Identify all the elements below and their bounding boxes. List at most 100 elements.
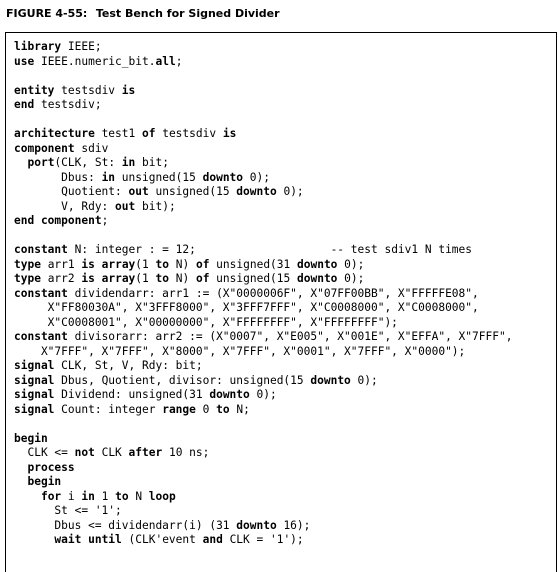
code-keyword: to — [115, 489, 129, 503]
code-keyword: in — [121, 156, 136, 169]
code-text: 0); — [337, 272, 365, 285]
code-line: begin — [14, 432, 512, 447]
code-line: X"C0008001", X"00000000", X"FFFFFFFF", X… — [14, 316, 512, 331]
code-text: testsdiv — [54, 83, 122, 97]
code-text: arr2 — [40, 272, 82, 285]
code-text: N — [128, 489, 149, 503]
code-keyword: array — [101, 272, 136, 285]
code-text: N) — [169, 272, 196, 285]
code-text: 1 — [94, 489, 116, 503]
code-text: unsigned(15 — [115, 170, 203, 184]
code-line: Dbus <= dividendarr(i) (31 downto 16); — [14, 519, 512, 534]
code-keyword: begin — [14, 431, 48, 445]
code-keyword: use — [14, 54, 35, 68]
code-line: type arr1 is array(1 to N) of unsigned(3… — [14, 258, 512, 273]
code-text: 16); — [276, 518, 311, 532]
code-keyword: is — [222, 127, 237, 140]
code-line: X"FF80030A", X"3FFF8000", X"3FFF7FFF", X… — [14, 301, 512, 316]
code-line: St <= '1'; — [14, 504, 512, 519]
code-keyword: constant — [14, 243, 68, 256]
code-text: Dbus: — [14, 170, 102, 184]
code-keyword: constant — [14, 286, 68, 300]
code-keyword: is — [121, 83, 136, 97]
code-text: 0); — [337, 257, 365, 271]
code-keyword: signal — [14, 402, 55, 416]
code-text: divisorarr: arr2 := (X"0007", X"E005", X… — [67, 330, 513, 343]
code-keyword: architecture — [14, 127, 95, 140]
code-line: signal Dividend: unsigned(31 downto 0); — [14, 388, 512, 403]
code-line: library IEEE; — [14, 40, 512, 55]
code-keyword: in — [101, 170, 116, 184]
code-keyword: to — [155, 257, 169, 271]
code-keyword: of — [195, 257, 210, 271]
code-text: X"FF80030A", X"3FFF8000", X"3FFF7FFF", X… — [14, 301, 479, 314]
code-text: CLK = '1'); — [222, 533, 304, 546]
code-text: Dividend: unsigned(31 — [54, 388, 210, 401]
code-keyword: downto — [202, 170, 244, 184]
code-text: ; — [175, 54, 183, 68]
code-text: V, Rdy: — [14, 199, 116, 213]
code-line: entity testsdiv is — [14, 84, 512, 99]
code-text: 0); — [350, 373, 378, 387]
code-text: (1 — [135, 257, 156, 271]
code-text: St <= '1'; — [14, 504, 122, 517]
code-text: i — [61, 489, 82, 503]
code-keyword: range — [162, 402, 196, 416]
code-text: (CLK'event — [121, 533, 203, 546]
code-text: bit); — [135, 199, 176, 213]
code-text: Dbus, Quotient, divisor: unsigned(15 — [54, 373, 311, 387]
code-text: (CLK, St: — [54, 156, 122, 169]
figure-title: Test Bench for Signed Divider — [95, 7, 280, 20]
code-keyword: loop — [148, 489, 176, 503]
code-keyword: end — [14, 98, 35, 111]
code-text: sdiv — [74, 141, 109, 155]
code-text: unsigned(15 — [148, 185, 237, 198]
code-keyword: port — [27, 156, 55, 169]
code-text: Dbus <= dividendarr(i) (31 — [14, 518, 237, 532]
code-keyword: after — [128, 446, 163, 459]
code-text: bit; — [135, 156, 169, 169]
code-text: Quotient: — [14, 185, 129, 198]
code-keyword: signal — [14, 359, 55, 372]
code-line: V, Rdy: out bit); — [14, 200, 512, 215]
code-keyword: type — [14, 257, 41, 271]
code-line: Quotient: out unsigned(15 downto 0); — [14, 185, 512, 200]
code-line: Dbus: in unsigned(15 downto 0); — [14, 171, 512, 186]
code-keyword: is — [81, 257, 95, 271]
code-text: test1 — [94, 127, 142, 140]
code-text: N; — [229, 402, 250, 416]
code-keyword: to — [216, 402, 230, 416]
code-text: IEEE; — [61, 40, 102, 53]
code-line: signal CLK, St, V, Rdy: bit; — [14, 359, 512, 374]
code-line: constant dividendarr: arr1 := (X"0000006… — [14, 287, 512, 302]
code-keyword: process — [27, 460, 75, 474]
code-line: CLK <= not CLK after 10 ns; — [14, 446, 512, 461]
code-text: ; — [101, 214, 109, 227]
code-line: signal Dbus, Quotient, divisor: unsigned… — [14, 374, 512, 389]
code-line: for i in 1 to N loop — [14, 490, 512, 505]
code-keyword: all — [155, 54, 176, 68]
code-keyword: not — [74, 446, 95, 459]
code-keyword: to — [155, 272, 169, 285]
code-text: CLK, St, V, Rdy: bit; — [54, 359, 203, 372]
code-text: arr1 — [40, 257, 82, 271]
code-line: signal Count: integer range 0 to N; — [14, 403, 512, 418]
code-text: 0); — [243, 170, 270, 184]
code-keyword: out — [115, 199, 136, 213]
code-text: unsigned(15 — [209, 272, 297, 285]
code-line: port(CLK, St: in bit; — [14, 156, 512, 171]
code-line: end testsdiv; — [14, 98, 512, 113]
code-keyword: of — [141, 127, 156, 140]
code-keyword: type — [14, 272, 41, 285]
code-keyword: array — [101, 257, 136, 271]
code-keyword: is — [81, 272, 95, 285]
code-keyword: library — [14, 40, 62, 53]
code-text: dividendarr: arr1 := (X"0000006F", X"07F… — [67, 286, 479, 300]
